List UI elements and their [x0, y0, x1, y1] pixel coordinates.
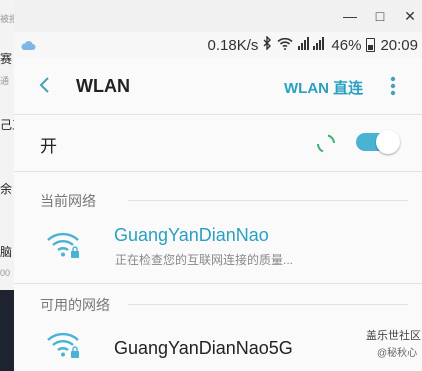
wlan-switch[interactable] [354, 130, 400, 154]
switch-knob [376, 130, 400, 154]
clock: 20:09 [380, 36, 418, 54]
window-titlebar: — □ ✕ [14, 0, 422, 32]
section-line [128, 304, 408, 305]
wlan-direct-button[interactable]: WLAN 直连 [284, 77, 363, 98]
network-name: GuangYanDianNao [114, 225, 269, 245]
section-available-networks: 可用的网络 [40, 297, 110, 313]
bg-fragment: 脑 [0, 245, 13, 259]
minimize-button[interactable]: — [336, 0, 364, 32]
close-button[interactable]: ✕ [396, 0, 422, 32]
battery-icon [366, 38, 376, 52]
wifi-lock-icon [46, 230, 82, 260]
wifi-lock-icon [46, 330, 82, 360]
watermark-author: @秘秋心 [377, 348, 418, 359]
section-line [128, 200, 408, 201]
network-status: 正在检查您的互联网连接的质量... [115, 253, 294, 267]
cloud-icon [20, 38, 36, 55]
toggle-divider [14, 171, 422, 172]
section-current-network: 当前网络 [40, 193, 96, 209]
battery-percent: 46% [331, 36, 362, 54]
emulator-window: — □ ✕ 0.18K/s 46% 20:09 WLAN WLAN 直连 开 当… [14, 0, 422, 371]
available-network-item[interactable]: GuangYanDianNao5G [14, 318, 422, 371]
bg-dark-area [0, 290, 14, 371]
bg-fragment: 通 [0, 76, 10, 86]
current-network-item[interactable]: GuangYanDianNao 正在检查您的互联网连接的质量... [14, 218, 422, 274]
bg-fragment: 赛 [0, 52, 13, 66]
loading-spinner-icon [314, 132, 338, 156]
more-vert-icon[interactable] [386, 74, 400, 98]
back-arrow-icon[interactable] [34, 73, 58, 97]
page-title: WLAN [76, 76, 130, 96]
bg-fragment: 00 [0, 268, 11, 278]
net-speed: 0.18K/s [207, 36, 259, 54]
app-header: WLAN WLAN 直连 [14, 58, 422, 114]
signal-icon [298, 36, 326, 54]
bg-fragment: 被报 [0, 14, 14, 24]
bluetooth-icon [263, 35, 272, 54]
watermark-community: 盖乐世社区 [366, 330, 421, 342]
status-bar: 0.18K/s 46% 20:09 [14, 32, 422, 58]
toggle-label: 开 [40, 137, 57, 156]
wlan-toggle-row[interactable]: 开 [14, 115, 422, 171]
background-app-strip: 被报 赛 通 己工 余 脑 00 [0, 0, 14, 371]
network-name: GuangYanDianNao5G [114, 338, 293, 358]
current-divider [14, 283, 422, 284]
bg-fragment: 己工 [0, 118, 14, 132]
maximize-button[interactable]: □ [366, 0, 394, 32]
bg-fragment: 余 [0, 182, 13, 196]
wifi-icon [277, 37, 293, 54]
